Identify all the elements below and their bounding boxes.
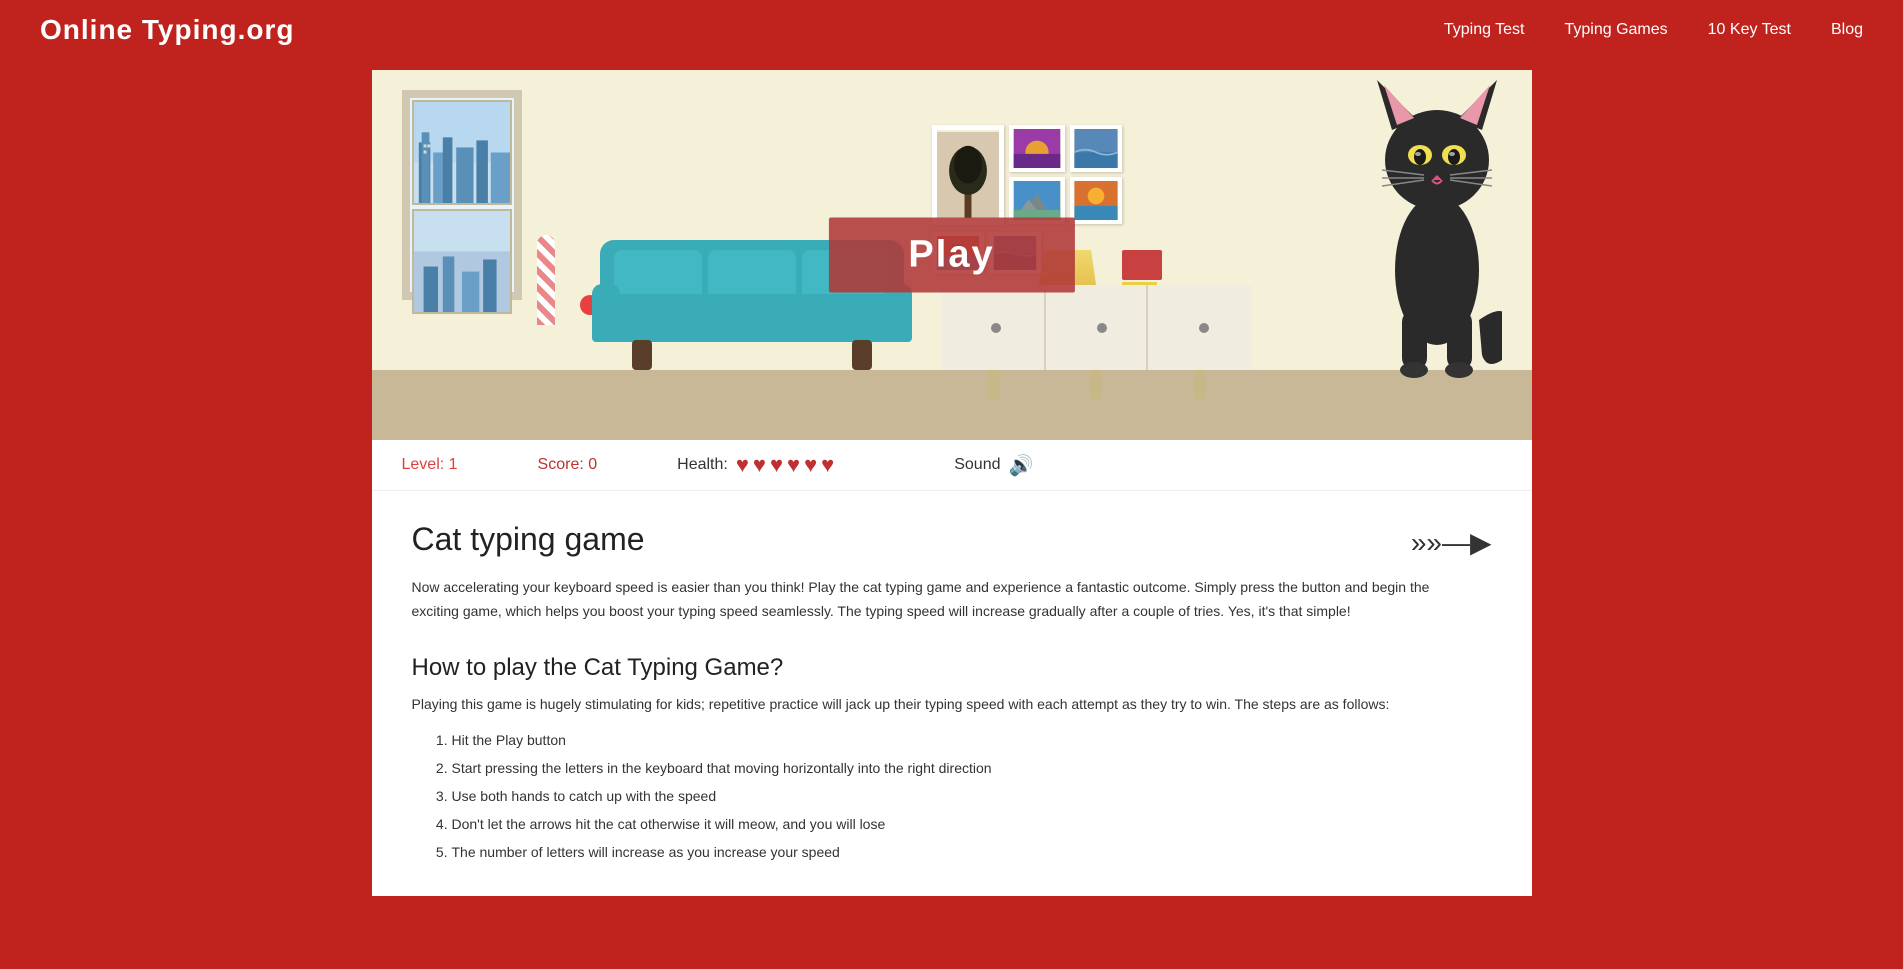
header: Online Typing.org Typing Test Typing Gam… [0, 0, 1903, 60]
main-nav: Typing Test Typing Games 10 Key Test Blo… [1444, 21, 1863, 39]
window [402, 90, 522, 300]
sofa-seat [592, 294, 912, 342]
window-pane-bottom [412, 209, 512, 314]
status-bar: Level: 1 Score: 0 Health: ♥ ♥ ♥ ♥ ♥ ♥ So… [372, 440, 1532, 491]
leg-1 [987, 370, 999, 400]
page-title: Cat typing game [412, 521, 645, 558]
sofa-leg-left [632, 340, 652, 370]
heart-5: ♥ [804, 452, 817, 478]
knob-2 [1097, 323, 1107, 333]
nav-typing-test[interactable]: Typing Test [1444, 21, 1525, 39]
score-display: Score: 0 [538, 456, 598, 474]
play-button[interactable]: Play [828, 218, 1074, 293]
hearts-display: ♥ ♥ ♥ ♥ ♥ ♥ [736, 452, 834, 478]
steps-list: Hit the Play button Start pressing the l… [452, 726, 1492, 866]
sound-icon[interactable]: 🔊 [1008, 453, 1033, 478]
tv-stand [942, 285, 1252, 370]
divider-1 [1044, 285, 1046, 370]
sofa-arm-right [884, 284, 912, 342]
heart-2: ♥ [753, 452, 766, 478]
stand-legs [942, 370, 1252, 400]
books-decor [1122, 250, 1162, 290]
nav-10-key-test[interactable]: 10 Key Test [1708, 21, 1791, 39]
heart-4: ♥ [787, 452, 800, 478]
step-2: Start pressing the letters in the keyboa… [452, 754, 1492, 782]
heart-1: ♥ [736, 452, 749, 478]
leg-3 [1194, 370, 1206, 400]
sofa-leg-right [852, 340, 872, 370]
health-label: Health: [677, 456, 728, 474]
nav-blog[interactable]: Blog [1831, 21, 1863, 39]
picture-water [1070, 125, 1122, 172]
book-stack [1122, 250, 1162, 280]
heart-6: ♥ [821, 452, 834, 478]
sound-label: Sound [954, 456, 1000, 474]
step-4: Don't let the arrows hit the cat otherwi… [452, 810, 1492, 838]
picture-sunset [1009, 125, 1065, 172]
sound-section: Sound 🔊 [954, 453, 1033, 478]
main-wrapper: Play Level: 1 Score: 0 Health: ♥ ♥ ♥ ♥ ♥… [372, 70, 1532, 896]
window-pane-top [412, 100, 512, 205]
step-3: Use both hands to catch up with the spee… [452, 782, 1492, 810]
level-value: 1 [449, 456, 458, 473]
step-1: Hit the Play button [452, 726, 1492, 754]
game-area: Play [372, 70, 1532, 440]
candy-cane [537, 235, 555, 325]
sofa-arm-left [592, 284, 620, 342]
next-arrow[interactable]: »»—▶ [1411, 526, 1492, 559]
level-display: Level: 1 [402, 456, 458, 474]
health-section: Health: ♥ ♥ ♥ ♥ ♥ ♥ [677, 452, 834, 478]
divider-2 [1146, 285, 1148, 370]
picture-beach [1070, 177, 1122, 224]
step-5: The number of letters will increase as y… [452, 838, 1492, 866]
nav-typing-games[interactable]: Typing Games [1565, 21, 1668, 39]
intro-paragraph: Now accelerating your keyboard speed is … [412, 576, 1462, 624]
level-label: Level: [402, 456, 449, 473]
cat-illustration [1372, 70, 1502, 380]
tv-stand-top [942, 285, 1252, 370]
instructions-intro: Playing this game is hugely stimulating … [412, 696, 1492, 712]
logo[interactable]: Online Typing.org [40, 14, 294, 46]
content-area: Cat typing game »»—▶ Now accelerating yo… [372, 491, 1532, 896]
heart-3: ♥ [770, 452, 783, 478]
picture-tree [932, 125, 1004, 225]
how-to-title: How to play the Cat Typing Game? [412, 654, 1492, 682]
leg-2 [1090, 370, 1102, 400]
knob-3 [1199, 323, 1209, 333]
knob-1 [991, 323, 1001, 333]
